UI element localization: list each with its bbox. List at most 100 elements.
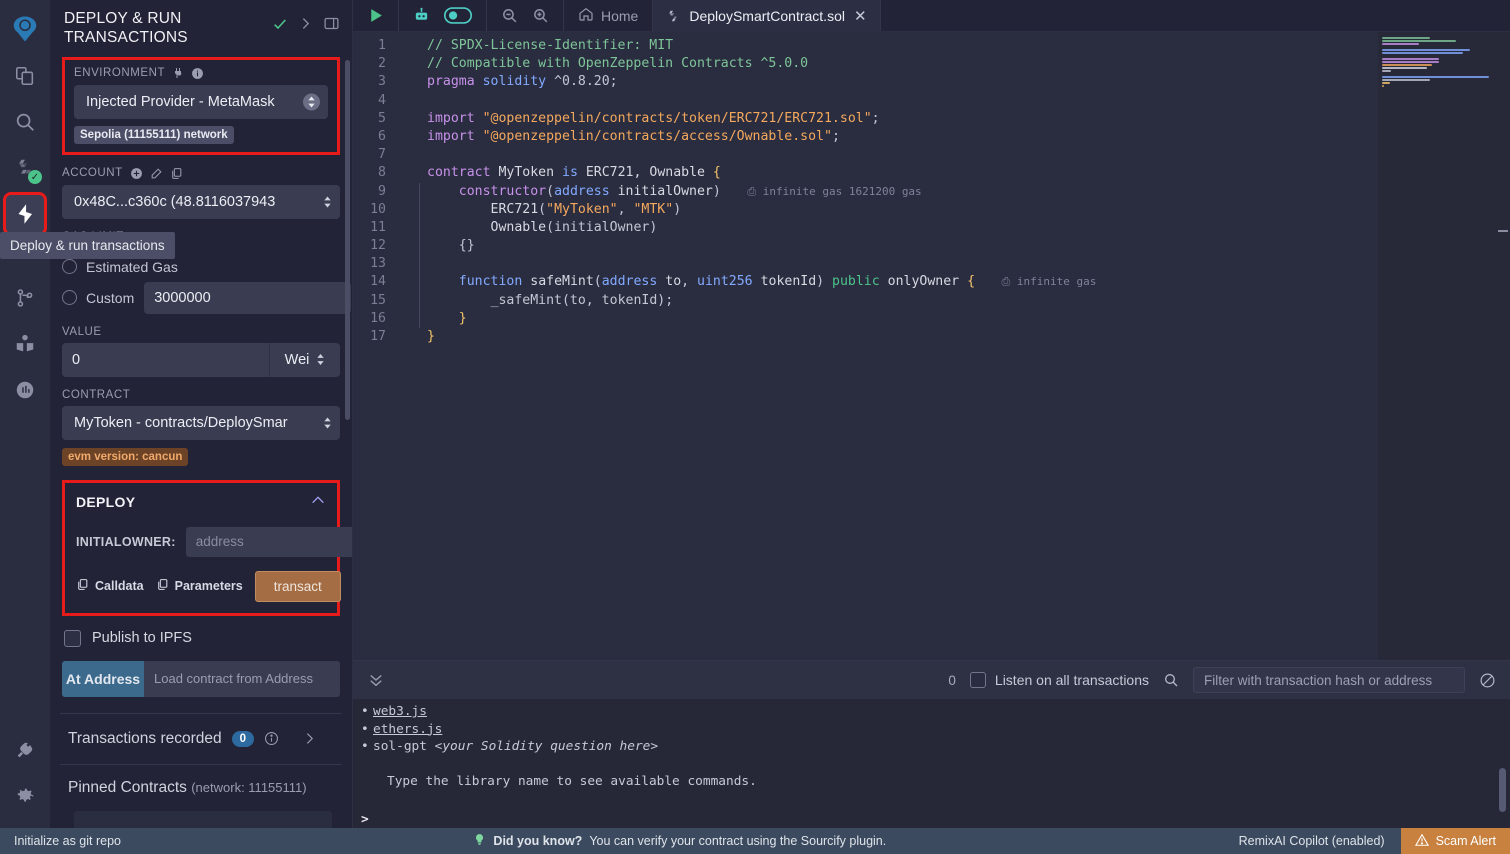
transactions-recorded-row[interactable]: Transactions recorded 0	[50, 714, 352, 764]
code-text[interactable]: _safeMint(to, tokenId);	[399, 291, 1378, 310]
chevron-right-icon[interactable]	[303, 732, 316, 745]
close-icon[interactable]: ✕	[854, 7, 867, 25]
code-line[interactable]: 12 {}	[353, 237, 1378, 256]
publish-ipfs-row[interactable]: Publish to IPFS	[50, 616, 352, 647]
environment-select[interactable]: Injected Provider - MetaMask	[74, 84, 328, 119]
git-branch-icon[interactable]	[5, 278, 45, 318]
tab-home[interactable]: Home	[564, 0, 654, 31]
analytics-icon[interactable]	[5, 370, 45, 410]
copilot-robot-icon[interactable]	[413, 7, 430, 24]
code-text[interactable]: pragma solidity ^0.8.20;	[399, 73, 1378, 91]
chevron-up-icon[interactable]	[310, 492, 326, 513]
code-line[interactable]: 14 function safeMint(address to, uint256…	[353, 273, 1378, 292]
terminal-link[interactable]: web3.js	[373, 704, 427, 719]
copilot-status[interactable]: RemixAI Copilot (enabled)	[1239, 834, 1401, 848]
initialowner-input[interactable]	[185, 526, 352, 557]
search-icon[interactable]	[5, 102, 45, 142]
code-text[interactable]: Ownable(initialOwner)	[399, 218, 1378, 238]
code-line[interactable]: 9 constructor(address initialOwner) ⎙ in…	[353, 182, 1378, 201]
at-address-input[interactable]	[144, 660, 340, 697]
code-line[interactable]: 6 import "@openzeppelin/contracts/access/…	[353, 128, 1378, 146]
listen-all-transactions-row[interactable]: Listen on all transactions	[969, 672, 1149, 688]
code-text[interactable]	[399, 92, 1378, 110]
code-text[interactable]: // Compatible with OpenZeppelin Contract…	[399, 55, 1378, 73]
terminal-output[interactable]: web3.jsethers.jssol-gpt <your Solidity q…	[353, 699, 1510, 828]
editor-minimap[interactable]	[1378, 32, 1510, 660]
zoom-out-icon[interactable]	[501, 7, 518, 24]
edit-account-icon[interactable]	[150, 167, 163, 180]
remix-logo-icon[interactable]	[5, 9, 45, 49]
chevron-double-down-icon[interactable]	[367, 671, 385, 689]
code-lines-container[interactable]: 1 // SPDX-License-Identifier: MIT 2 // Comp…	[353, 32, 1378, 660]
code-line[interactable]: 8 contract MyToken is ERC721, Ownable {	[353, 164, 1378, 182]
code-text[interactable]: contract MyToken is ERC721, Ownable {	[399, 164, 1378, 182]
listen-all-transactions-checkbox[interactable]	[969, 672, 986, 688]
code-text[interactable]: import "@openzeppelin/contracts/token/ER…	[399, 110, 1378, 128]
code-line[interactable]: 3 pragma solidity ^0.8.20;	[353, 73, 1378, 91]
code-text[interactable]: function safeMint(address to, uint256 to…	[399, 273, 1378, 292]
info-icon[interactable]	[191, 67, 204, 80]
sidebar-item-deploy-run[interactable]	[3, 192, 47, 236]
file-explorer-icon[interactable]	[5, 56, 45, 96]
chevron-right-icon[interactable]	[299, 17, 312, 30]
terminal-prompt[interactable]: >	[359, 811, 1510, 829]
gas-estimated-radio[interactable]	[62, 259, 77, 275]
at-address-button[interactable]: At Address	[62, 660, 144, 697]
terminal-scrollbar[interactable]	[1499, 768, 1506, 812]
copy-account-icon[interactable]	[170, 167, 183, 180]
code-text[interactable]: // SPDX-License-Identifier: MIT	[399, 37, 1378, 55]
copilot-toggle[interactable]	[444, 7, 472, 24]
code-line[interactable]: 7	[353, 146, 1378, 164]
value-input[interactable]	[62, 342, 269, 377]
account-select[interactable]: 0x48C...c360c (48.8116037943	[62, 184, 340, 219]
contract-select[interactable]: MyToken - contracts/DeploySmar	[62, 405, 340, 440]
code-line[interactable]: 11 Ownable(initialOwner)	[353, 218, 1378, 238]
learneth-book-icon[interactable]	[5, 324, 45, 364]
git-init-button[interactable]: Initialize as git repo	[0, 834, 121, 848]
add-account-icon[interactable]	[130, 167, 143, 180]
tab-deploysmartcontract-sol[interactable]: DeploySmartContract.sol ✕	[653, 0, 881, 31]
code-line[interactable]: 2 // Compatible with OpenZeppelin Contrac…	[353, 55, 1378, 73]
scam-alert-button[interactable]: Scam Alert	[1400, 828, 1510, 854]
gas-custom-input[interactable]	[144, 281, 352, 314]
code-line[interactable]: 10 ERC721("MyToken", "MTK")	[353, 200, 1378, 219]
code-text[interactable]: }	[399, 328, 1378, 346]
settings-gear-icon[interactable]	[5, 776, 45, 816]
terminal-command[interactable]: sol-gpt	[373, 739, 435, 754]
code-text[interactable]: }	[399, 309, 1378, 328]
code-area[interactable]: 1 // SPDX-License-Identifier: MIT 2 // Comp…	[353, 32, 1378, 344]
code-line[interactable]: 13	[353, 255, 1378, 274]
code-text[interactable]	[399, 146, 1378, 164]
solidity-compiler-icon[interactable]: ✓	[5, 148, 45, 188]
value-unit-select[interactable]: Wei	[269, 342, 340, 377]
gas-custom-radio[interactable]	[62, 290, 77, 306]
search-icon[interactable]	[1163, 672, 1179, 688]
code-line[interactable]: 1 // SPDX-License-Identifier: MIT	[353, 37, 1378, 55]
info-icon[interactable]	[264, 731, 279, 746]
parameters-button[interactable]: Parameters	[156, 578, 243, 594]
code-line[interactable]: 17}	[353, 328, 1378, 346]
gas-custom-radio-row[interactable]: Custom	[62, 283, 134, 313]
code-text[interactable]: import "@openzeppelin/contracts/access/O…	[399, 128, 1378, 146]
editor-scrollbar[interactable]	[1496, 32, 1510, 660]
run-icon[interactable]	[367, 7, 384, 24]
plugin-manager-icon[interactable]	[5, 730, 45, 770]
zoom-in-icon[interactable]	[532, 7, 549, 24]
transact-button[interactable]: transact	[254, 570, 341, 602]
code-line[interactable]: 15 _safeMint(to, tokenId);	[353, 291, 1378, 310]
code-text[interactable]: constructor(address initialOwner) ⎙ infi…	[399, 182, 1378, 201]
code-line[interactable]: 16 }	[353, 309, 1378, 328]
code-text[interactable]: {}	[399, 237, 1378, 256]
calldata-button[interactable]: Calldata	[76, 578, 144, 594]
clear-console-icon[interactable]	[1479, 672, 1496, 689]
terminal-link[interactable]: ethers.js	[373, 722, 442, 737]
transaction-filter-input[interactable]	[1193, 667, 1465, 693]
code-text[interactable]: ERC721("MyToken", "MTK")	[399, 200, 1378, 219]
code-line[interactable]: 4	[353, 92, 1378, 110]
panel-scrollbar[interactable]	[345, 60, 350, 420]
panel-layout-icon[interactable]	[323, 15, 340, 32]
check-icon[interactable]	[272, 16, 288, 32]
code-line[interactable]: 5 import "@openzeppelin/contracts/token/E…	[353, 110, 1378, 128]
code-text[interactable]	[399, 255, 1378, 274]
publish-ipfs-checkbox[interactable]	[64, 629, 81, 647]
